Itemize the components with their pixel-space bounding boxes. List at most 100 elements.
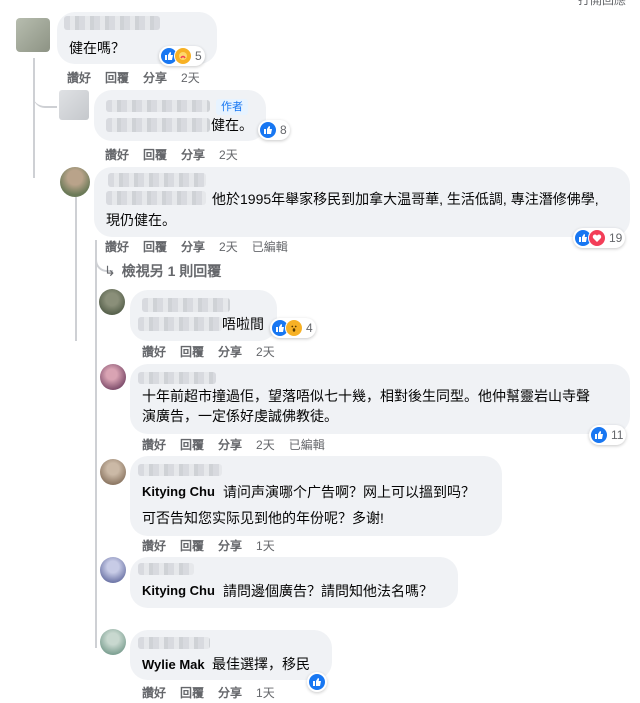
mention-redacted[interactable] xyxy=(106,191,206,205)
comment-bubble-6: Kitying Chu 请问声演哪个广告啊？网上可以搵到吗？ 可否告知您实际见到… xyxy=(130,456,502,536)
like-button[interactable]: 讚好 xyxy=(105,239,129,255)
view-more-replies[interactable]: ↳ 檢視另 1 則回覆 xyxy=(104,261,221,281)
comment-text: 健在嗎？ xyxy=(69,40,125,56)
author-name-redacted[interactable] xyxy=(138,464,222,476)
reply-button[interactable]: 回覆 xyxy=(143,239,167,255)
wow-reaction-icon xyxy=(285,319,303,337)
comment-text-line2: 現仍健在。 xyxy=(106,212,176,228)
reaction-count: 8 xyxy=(280,123,287,137)
edited-label[interactable]: 已編輯 xyxy=(252,239,288,255)
view-more-replies-label: 檢視另 1 則回覆 xyxy=(121,263,222,279)
avatar[interactable] xyxy=(59,90,89,120)
heart-reaction-icon xyxy=(588,229,606,247)
comment-text-line1: 十年前超市撞過佢，望落唔似七十幾，相對後生同型。他仲幫靈岩山寺聲 xyxy=(142,388,590,404)
share-button[interactable]: 分享 xyxy=(143,70,167,86)
comment-bubble-5: 十年前超市撞過佢，望落唔似七十幾，相對後生同型。他仲幫靈岩山寺聲 演廣告，一定係… xyxy=(130,364,630,434)
like-reaction-icon xyxy=(590,426,608,444)
author-name-redacted[interactable] xyxy=(64,16,160,30)
mention-link[interactable]: Kitying Chu xyxy=(142,483,215,501)
reaction-summary[interactable]: 4 xyxy=(270,318,316,338)
share-button[interactable]: 分享 xyxy=(218,344,242,360)
timestamp[interactable]: 2天 xyxy=(181,70,200,86)
avatar[interactable] xyxy=(100,364,126,390)
share-button[interactable]: 分享 xyxy=(218,437,242,453)
like-button[interactable]: 讚好 xyxy=(142,685,166,701)
comment-text-line2: 演廣告，一定係好虔誠佛教徒。 xyxy=(142,408,338,424)
avatar[interactable] xyxy=(100,629,126,655)
comment-bubble-4: 唔啦間 xyxy=(130,290,277,341)
comment-bubble-3: 他於1995年舉家移民到加拿大温哥華, 生活低調, 專注潛修佛學, 現仍健在。 xyxy=(94,167,630,237)
mention-link[interactable]: Kitying Chu xyxy=(142,582,215,600)
comment-actions: 讚好 回覆 分享 1天 xyxy=(142,538,289,554)
avatar[interactable] xyxy=(60,167,90,197)
comment-actions: 讚好 回覆 分享 2天 已編輯 xyxy=(105,239,302,255)
top-right-label[interactable]: 打開回應 xyxy=(578,0,626,8)
mention-redacted[interactable] xyxy=(138,317,222,331)
comment-text: 健在。 xyxy=(211,117,253,133)
author-name-redacted[interactable] xyxy=(106,100,210,112)
reaction-count: 19 xyxy=(609,231,623,245)
author-name-redacted[interactable] xyxy=(138,563,194,575)
like-button[interactable]: 讚好 xyxy=(105,147,129,163)
like-button[interactable]: 讚好 xyxy=(67,70,91,86)
share-button[interactable]: 分享 xyxy=(181,239,205,255)
avatar[interactable] xyxy=(99,289,125,315)
timestamp[interactable]: 2天 xyxy=(219,147,238,163)
reply-arrow-icon: ↳ xyxy=(104,263,116,279)
reply-button[interactable]: 回覆 xyxy=(180,344,204,360)
timestamp[interactable]: 2天 xyxy=(256,344,275,360)
comment-text: 唔啦間 xyxy=(222,316,264,332)
comment-bubble-8: Wylie Mak 最佳選擇，移民 xyxy=(130,630,332,680)
share-button[interactable]: 分享 xyxy=(218,538,242,554)
reaction-summary[interactable] xyxy=(307,672,327,692)
reply-button[interactable]: 回覆 xyxy=(180,437,204,453)
reply-button[interactable]: 回覆 xyxy=(143,147,167,163)
thread-line-nested xyxy=(95,240,97,648)
comment-actions: 讚好 回覆 分享 2天 xyxy=(105,147,252,163)
author-name-redacted[interactable] xyxy=(138,637,210,649)
reply-button[interactable]: 回覆 xyxy=(180,538,204,554)
comment-bubble-2: 作者 健在。 xyxy=(94,90,266,141)
comment-text-line1: 他於1995年舉家移民到加拿大温哥華, 生活低調, 專注潛修佛學, xyxy=(212,191,599,207)
reaction-summary[interactable]: 11 xyxy=(589,425,627,445)
reply-button[interactable]: 回覆 xyxy=(180,685,204,701)
author-name-redacted[interactable] xyxy=(142,298,230,312)
like-reaction-icon xyxy=(259,121,277,139)
avatar[interactable] xyxy=(16,18,50,52)
comment-actions: 讚好 回覆 分享 2天 已編輯 xyxy=(142,437,339,453)
comment-text-line2: 可否告知您实际见到他的年份呢？多谢! xyxy=(142,510,384,526)
reaction-count: 11 xyxy=(611,428,624,442)
timestamp[interactable]: 1天 xyxy=(256,538,275,554)
avatar[interactable] xyxy=(100,557,126,583)
timestamp[interactable]: 2天 xyxy=(256,437,275,453)
comment-actions: 讚好 回覆 分享 2天 xyxy=(142,344,289,360)
reaction-count: 5 xyxy=(195,49,202,63)
avatar[interactable] xyxy=(100,459,126,485)
care-reaction-icon xyxy=(174,47,192,65)
author-name-redacted[interactable] xyxy=(138,372,216,384)
comment-text: 最佳選擇，移民 xyxy=(212,656,310,672)
like-button[interactable]: 讚好 xyxy=(142,344,166,360)
reaction-summary[interactable]: 8 xyxy=(258,120,290,140)
thread-line-root xyxy=(33,58,35,178)
edited-label[interactable]: 已編輯 xyxy=(289,437,325,453)
like-button[interactable]: 讚好 xyxy=(142,538,166,554)
share-button[interactable]: 分享 xyxy=(181,147,205,163)
author-badge: 作者 xyxy=(216,99,248,115)
mention-redacted[interactable] xyxy=(106,118,210,132)
reaction-count: 4 xyxy=(306,321,313,335)
reply-button[interactable]: 回覆 xyxy=(105,70,129,86)
timestamp[interactable]: 2天 xyxy=(219,239,238,255)
reaction-summary[interactable]: 19 xyxy=(573,228,626,248)
like-reaction-icon xyxy=(308,673,326,691)
comment-actions: 讚好 回覆 分享 2天 xyxy=(67,70,214,86)
reaction-summary[interactable]: 5 xyxy=(159,46,205,66)
author-name-redacted[interactable] xyxy=(108,173,206,187)
mention-link[interactable]: Wylie Mak xyxy=(142,656,205,674)
like-button[interactable]: 讚好 xyxy=(142,437,166,453)
comment-text: 請問邊個廣告？請問知他法名嗎？ xyxy=(223,583,433,599)
thread-elbow-1 xyxy=(33,80,57,108)
comment-actions: 讚好 回覆 分享 1天 xyxy=(142,685,289,701)
timestamp[interactable]: 1天 xyxy=(256,685,275,701)
share-button[interactable]: 分享 xyxy=(218,685,242,701)
